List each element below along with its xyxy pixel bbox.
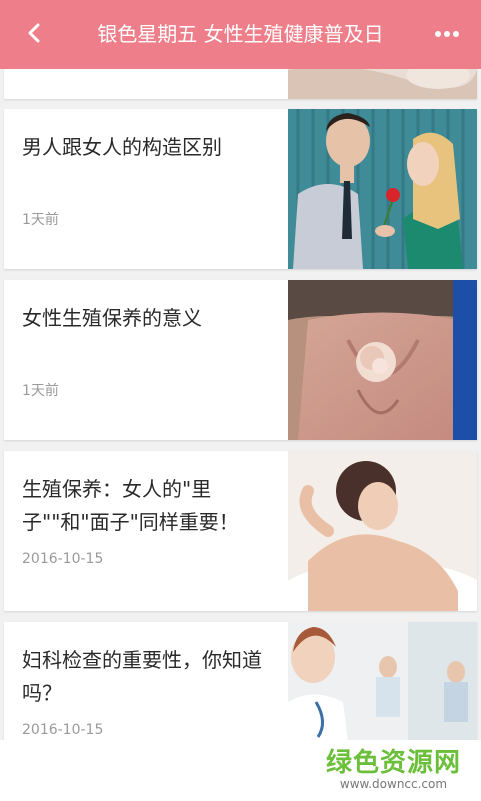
article-thumbnail bbox=[288, 109, 477, 269]
article-date: 1天前 bbox=[22, 212, 59, 228]
article-date: 1天前 bbox=[22, 383, 59, 399]
list-item[interactable]: 女性生殖保养的意义 1天前 bbox=[4, 280, 477, 440]
article-thumbnail bbox=[288, 622, 477, 742]
article-thumbnail bbox=[288, 280, 477, 440]
more-button[interactable] bbox=[431, 20, 463, 48]
article-title: 女性生殖保养的意义 bbox=[22, 306, 202, 330]
article-date: 2016-10-15 bbox=[22, 551, 104, 567]
more-dots-icon bbox=[435, 31, 459, 37]
article-thumbnail bbox=[288, 451, 477, 611]
watermark-logo: 绿色资源网 www.downcc.com bbox=[326, 742, 461, 791]
watermark-sub: www.downcc.com bbox=[339, 777, 448, 791]
chevron-left-icon bbox=[28, 23, 40, 43]
back-button[interactable] bbox=[18, 17, 50, 49]
list-item[interactable]: 生殖保养：女人的"里子""和"面子"同样重要！ 2016-10-15 bbox=[4, 451, 477, 611]
list-item[interactable]: 男人跟女人的构造区别 1天前 bbox=[4, 109, 477, 269]
article-list: 男人跟女人的构造区别 1天前 女性生殖保养的意义 1天前 生殖保养：女人的"里子… bbox=[0, 0, 481, 801]
app-header: 银色星期五 女性生殖健康普及日 bbox=[0, 0, 481, 69]
article-title: 男人跟女人的构造区别 bbox=[22, 135, 222, 159]
list-item[interactable]: 妇科检查的重要性，你知道吗？ 2016-10-15 bbox=[4, 622, 477, 742]
article-title: 妇科检查的重要性，你知道吗？ bbox=[22, 648, 262, 705]
page-title: 银色星期五 女性生殖健康普及日 bbox=[97, 22, 384, 46]
watermark-main: 绿色资源网 bbox=[325, 748, 461, 778]
article-date: 2016-10-15 bbox=[22, 722, 104, 738]
article-title: 生殖保养：女人的"里子""和"面子"同样重要！ bbox=[22, 477, 239, 534]
